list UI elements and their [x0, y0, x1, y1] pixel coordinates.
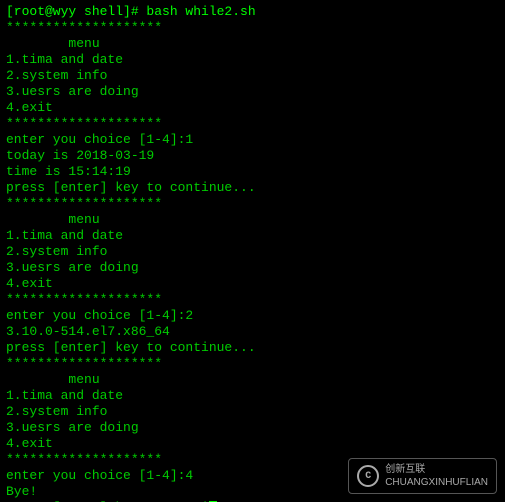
menu-item-1-3: 3.uesrs are doing — [6, 84, 499, 100]
time-line: time is 15:14:19 — [6, 164, 499, 180]
menu-header-3: menu — [6, 372, 499, 388]
menu-header-2: menu — [6, 212, 499, 228]
menu-item-2-2: 2.system info — [6, 244, 499, 260]
separator-4: ******************** — [6, 292, 499, 308]
press-enter-1: press [enter] key to continue... — [6, 180, 499, 196]
menu-item-3-1: 1.tima and date — [6, 388, 499, 404]
press-enter-2: press [enter] key to continue... — [6, 340, 499, 356]
menu-item-2-3: 3.uesrs are doing — [6, 260, 499, 276]
menu-item-2-1: 1.tima and date — [6, 228, 499, 244]
menu-item-3-3: 3.uesrs are doing — [6, 420, 499, 436]
enter-choice-1: enter you choice [1-4]:1 — [6, 132, 499, 148]
watermark-badge: C 创新互联 CHUANGXINHUFLIAN — [348, 458, 497, 494]
watermark-text: 创新互联 CHUANGXINHUFLIAN — [385, 463, 488, 489]
menu-item-3-2: 2.system info — [6, 404, 499, 420]
separator-3: ******************** — [6, 196, 499, 212]
watermark-icon: C — [357, 465, 379, 487]
menu-item-3-4: 4.exit — [6, 436, 499, 452]
menu-item-1-4: 4.exit — [6, 100, 499, 116]
menu-header-1: menu — [6, 36, 499, 52]
today-line: today is 2018-03-19 — [6, 148, 499, 164]
menu-item-1-1: 1.tima and date — [6, 52, 499, 68]
separator-1: ******************** — [6, 20, 499, 36]
separator-2: ******************** — [6, 116, 499, 132]
separator-5: ******************** — [6, 356, 499, 372]
menu-item-2-4: 4.exit — [6, 276, 499, 292]
kernel-line: 3.10.0-514.el7.x86_64 — [6, 324, 499, 340]
terminal-window: [root@wyy shell]# bash while2.sh *******… — [0, 0, 505, 502]
prompt-line: [root@wyy shell]# bash while2.sh — [6, 4, 499, 20]
enter-choice-2: enter you choice [1-4]:2 — [6, 308, 499, 324]
menu-item-1-2: 2.system info — [6, 68, 499, 84]
